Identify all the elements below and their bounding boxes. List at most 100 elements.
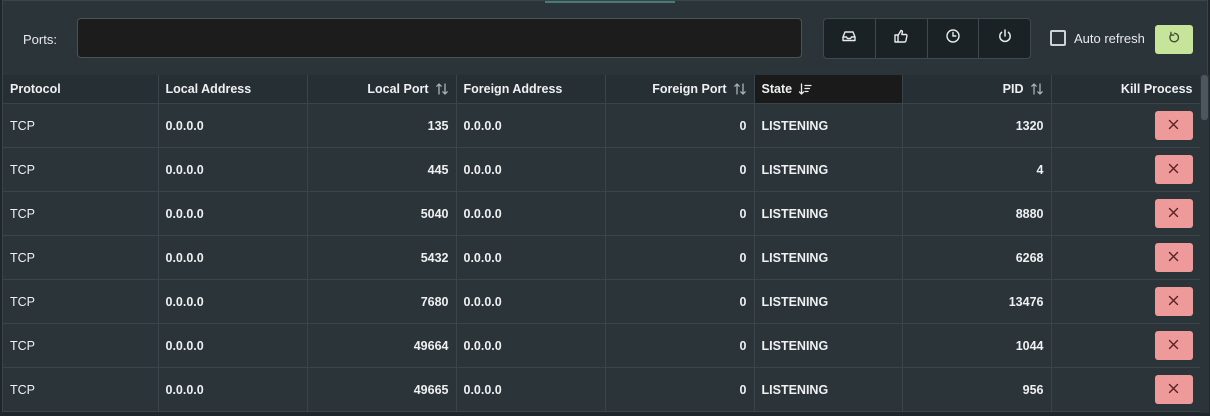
pid-cell: 956: [902, 367, 1052, 412]
protocol-cell: TCP: [3, 235, 159, 280]
port-manager-panel: Ports: Auto refresh Protocol Local Addre…: [2, 0, 1209, 413]
auto-refresh-toggle[interactable]: Auto refresh: [1050, 30, 1145, 46]
inbox-icon: [841, 28, 857, 49]
kill-process-button[interactable]: [1154, 155, 1193, 184]
sort-icon[interactable]: [1030, 82, 1044, 96]
table-row: TCP 0.0.0.0 49664 0.0.0.0 0 LISTENING 10…: [3, 323, 1200, 368]
close-icon: [1168, 339, 1179, 353]
col-header-protocol: Protocol: [3, 75, 159, 104]
table-row: TCP 0.0.0.0 5432 0.0.0.0 0 LISTENING 626…: [3, 235, 1200, 280]
state-cell: LISTENING: [754, 147, 903, 192]
pid-cell: 4: [902, 147, 1052, 192]
local-address-cell: 0.0.0.0: [158, 279, 308, 324]
col-header-pid[interactable]: PID: [902, 75, 1052, 104]
state-cell: LISTENING: [754, 323, 903, 368]
power-button[interactable]: [979, 19, 1030, 58]
kill-process-button[interactable]: [1154, 375, 1193, 404]
power-icon: [997, 28, 1013, 49]
foreign-address-cell: 0.0.0.0: [456, 191, 606, 236]
clock-button[interactable]: [928, 19, 980, 58]
foreign-address-cell: 0.0.0.0: [456, 103, 606, 148]
foreign-address-cell: 0.0.0.0: [456, 235, 606, 280]
foreign-address-cell: 0.0.0.0: [456, 367, 606, 412]
protocol-cell: TCP: [3, 367, 159, 412]
foreign-port-cell: 0: [605, 235, 755, 280]
foreign-address-cell: 0.0.0.0: [456, 147, 606, 192]
pid-cell: 13476: [902, 279, 1052, 324]
ports-table: Protocol Local Address Local Port Foreig…: [3, 75, 1200, 412]
local-address-cell: 0.0.0.0: [158, 235, 308, 280]
pid-cell: 8880: [902, 191, 1052, 236]
foreign-port-cell: 0: [605, 279, 755, 324]
local-port-cell: 445: [307, 147, 457, 192]
auto-refresh-checkbox[interactable]: [1050, 30, 1066, 46]
close-icon: [1168, 163, 1179, 177]
foreign-port-cell: 0: [605, 191, 755, 236]
ports-label: Ports:: [23, 32, 57, 47]
toolbar: Ports: Auto refresh: [3, 1, 1207, 75]
local-address-cell: 0.0.0.0: [158, 103, 308, 148]
thumbs-up-button[interactable]: [876, 19, 928, 58]
local-port-cell: 49664: [307, 323, 457, 368]
close-icon: [1168, 295, 1179, 309]
kill-process-button[interactable]: [1154, 287, 1193, 316]
refresh-button[interactable]: [1155, 25, 1193, 54]
local-address-cell: 0.0.0.0: [158, 147, 308, 192]
state-cell: LISTENING: [754, 279, 903, 324]
ports-table-container: Protocol Local Address Local Port Foreig…: [3, 75, 1200, 413]
close-icon: [1168, 251, 1179, 265]
state-cell: LISTENING: [754, 235, 903, 280]
local-address-cell: 0.0.0.0: [158, 323, 308, 368]
table-scrollbar[interactable]: [1200, 75, 1209, 413]
pid-cell: 1044: [902, 323, 1052, 368]
local-port-cell: 5040: [307, 191, 457, 236]
table-row: TCP 0.0.0.0 445 0.0.0.0 0 LISTENING 4: [3, 147, 1200, 192]
pid-cell: 1320: [902, 103, 1052, 148]
close-icon: [1168, 119, 1179, 133]
close-icon: [1168, 383, 1179, 397]
state-cell: LISTENING: [754, 191, 903, 236]
foreign-address-cell: 0.0.0.0: [456, 323, 606, 368]
refresh-icon: [1168, 31, 1181, 49]
kill-process-cell: [1051, 323, 1200, 368]
thumbs-up-icon: [893, 28, 909, 49]
kill-process-cell: [1051, 367, 1200, 412]
kill-process-button[interactable]: [1154, 331, 1193, 360]
kill-process-button[interactable]: [1154, 199, 1193, 228]
protocol-cell: TCP: [3, 279, 159, 324]
col-header-foreign-address: Foreign Address: [456, 75, 606, 104]
local-address-cell: 0.0.0.0: [158, 367, 308, 412]
table-row: TCP 0.0.0.0 49665 0.0.0.0 0 LISTENING 95…: [3, 367, 1200, 412]
local-port-cell: 135: [307, 103, 457, 148]
sort-icon[interactable]: [435, 82, 449, 96]
foreign-port-cell: 0: [605, 367, 755, 412]
col-header-state[interactable]: State: [754, 75, 903, 104]
state-cell: LISTENING: [754, 103, 903, 148]
protocol-cell: TCP: [3, 147, 159, 192]
protocol-cell: TCP: [3, 191, 159, 236]
col-header-local-address: Local Address: [158, 75, 308, 104]
pid-cell: 6268: [902, 235, 1052, 280]
foreign-port-cell: 0: [605, 323, 755, 368]
sort-descending-icon[interactable]: [798, 82, 812, 96]
col-header-kill-process: Kill Process: [1051, 75, 1200, 104]
scrollbar-thumb[interactable]: [1201, 75, 1208, 120]
local-port-cell: 5432: [307, 235, 457, 280]
auto-refresh-label: Auto refresh: [1074, 30, 1145, 46]
clock-icon: [945, 28, 961, 49]
inbox-button[interactable]: [824, 19, 876, 58]
local-address-cell: 0.0.0.0: [158, 191, 308, 236]
sort-icon[interactable]: [733, 82, 747, 96]
foreign-address-cell: 0.0.0.0: [456, 279, 606, 324]
kill-process-cell: [1051, 279, 1200, 324]
kill-process-button[interactable]: [1154, 111, 1193, 140]
table-row: TCP 0.0.0.0 7680 0.0.0.0 0 LISTENING 134…: [3, 279, 1200, 324]
kill-process-button[interactable]: [1154, 243, 1193, 272]
local-port-cell: 7680: [307, 279, 457, 324]
table-row: TCP 0.0.0.0 135 0.0.0.0 0 LISTENING 1320: [3, 103, 1200, 148]
col-header-foreign-port[interactable]: Foreign Port: [605, 75, 755, 104]
foreign-port-cell: 0: [605, 147, 755, 192]
ports-input[interactable]: [77, 18, 802, 58]
col-header-local-port[interactable]: Local Port: [307, 75, 457, 104]
kill-process-cell: [1051, 191, 1200, 236]
